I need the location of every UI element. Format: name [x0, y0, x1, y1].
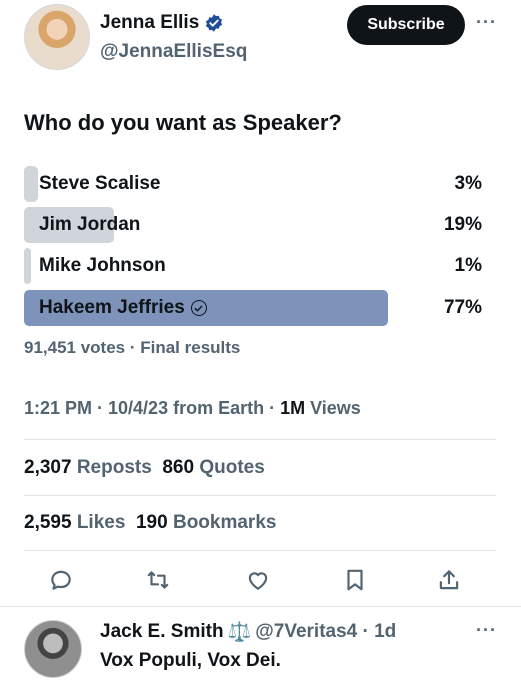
selected-check-icon	[190, 300, 207, 316]
verified-badge-icon	[206, 14, 223, 32]
bookmarks-link[interactable]: 190 Bookmarks	[136, 512, 276, 533]
repost-icon[interactable]	[145, 567, 171, 593]
divider	[24, 439, 496, 440]
poll-option-label: Jim Jordan	[39, 214, 141, 235]
like-bookmark-stats: 2,595 Likes 190 Bookmarks	[24, 512, 276, 534]
divider	[24, 495, 496, 496]
poll-option: Jim Jordan 19%	[24, 207, 482, 243]
more-options-icon[interactable]: ···	[476, 12, 497, 33]
poll-option-bar	[24, 166, 38, 202]
reposts-count: 2,307	[24, 457, 72, 478]
bookmark-icon[interactable]	[342, 567, 368, 593]
bookmarks-count: 190	[135, 512, 168, 533]
poll-option-bar	[24, 248, 31, 284]
likes-label: Likes	[71, 512, 126, 533]
quotes-link[interactable]: 860 Quotes	[162, 457, 264, 478]
reply-handle-time[interactable]: @7Veritas4 · 1d	[255, 621, 396, 643]
likes-count: 2,595	[24, 512, 72, 533]
poll-results-text: 91,451 votes · Final results	[24, 338, 241, 357]
repost-quote-stats: 2,307 Reposts 860 Quotes	[24, 457, 265, 479]
poll-option-label: Hakeem Jeffries	[39, 297, 185, 318]
poll-option-percent: 3%	[454, 173, 482, 194]
poll-option-percent: 77%	[443, 297, 482, 318]
scales-icon: ⚖️	[227, 622, 252, 643]
share-icon[interactable]	[436, 567, 462, 593]
reposts-link[interactable]: 2,307 Reposts	[24, 457, 152, 478]
subscribe-button[interactable]: Subscribe	[347, 5, 465, 45]
poll-option-percent: 1%	[454, 255, 482, 276]
author-avatar[interactable]	[24, 4, 90, 70]
divider	[24, 550, 496, 551]
poll-option: Steve Scalise 3%	[24, 166, 482, 202]
views-count: 1M	[280, 398, 306, 418]
reply-avatar[interactable]	[24, 620, 82, 678]
author-display-name[interactable]: Jenna Ellis	[100, 12, 199, 34]
quotes-count: 860	[162, 457, 195, 478]
author-handle[interactable]: @JennaEllisEsq	[100, 41, 247, 63]
author-name-row[interactable]: Jenna Ellis	[100, 12, 224, 34]
tweet-meta: 1:21 PM · 10/4/23 from Earth · 1M Views	[24, 398, 361, 419]
reply-icon[interactable]	[48, 567, 74, 593]
poll-question: Who do you want as Speaker?	[24, 110, 342, 135]
poll-option-percent: 19%	[443, 214, 482, 235]
reply-text: Vox Populi, Vox Dei.	[100, 650, 281, 671]
reply-display-name[interactable]: Jack E. Smith	[100, 621, 224, 643]
likes-link[interactable]: 2,595 Likes	[24, 512, 125, 533]
like-icon[interactable]	[245, 567, 271, 593]
reposts-label: Reposts	[71, 457, 152, 478]
bookmarks-label: Bookmarks	[167, 512, 277, 533]
tweet-actions	[48, 567, 468, 593]
poll-option: Hakeem Jeffries 77%	[24, 290, 482, 326]
poll-option-label: Steve Scalise	[39, 173, 161, 194]
reply-divider	[0, 606, 521, 607]
reply-header: Jack E. Smith ⚖️ @7Veritas4 · 1d	[100, 620, 396, 644]
reply-more-options-icon[interactable]: ···	[476, 620, 497, 641]
views-label: Views	[305, 398, 361, 418]
quotes-label: Quotes	[194, 457, 265, 478]
poll-option: Mike Johnson 1%	[24, 248, 482, 284]
tweet-timestamp[interactable]: 1:21 PM · 10/4/23 from Earth ·	[24, 398, 280, 418]
poll-option-label: Mike Johnson	[39, 255, 166, 276]
